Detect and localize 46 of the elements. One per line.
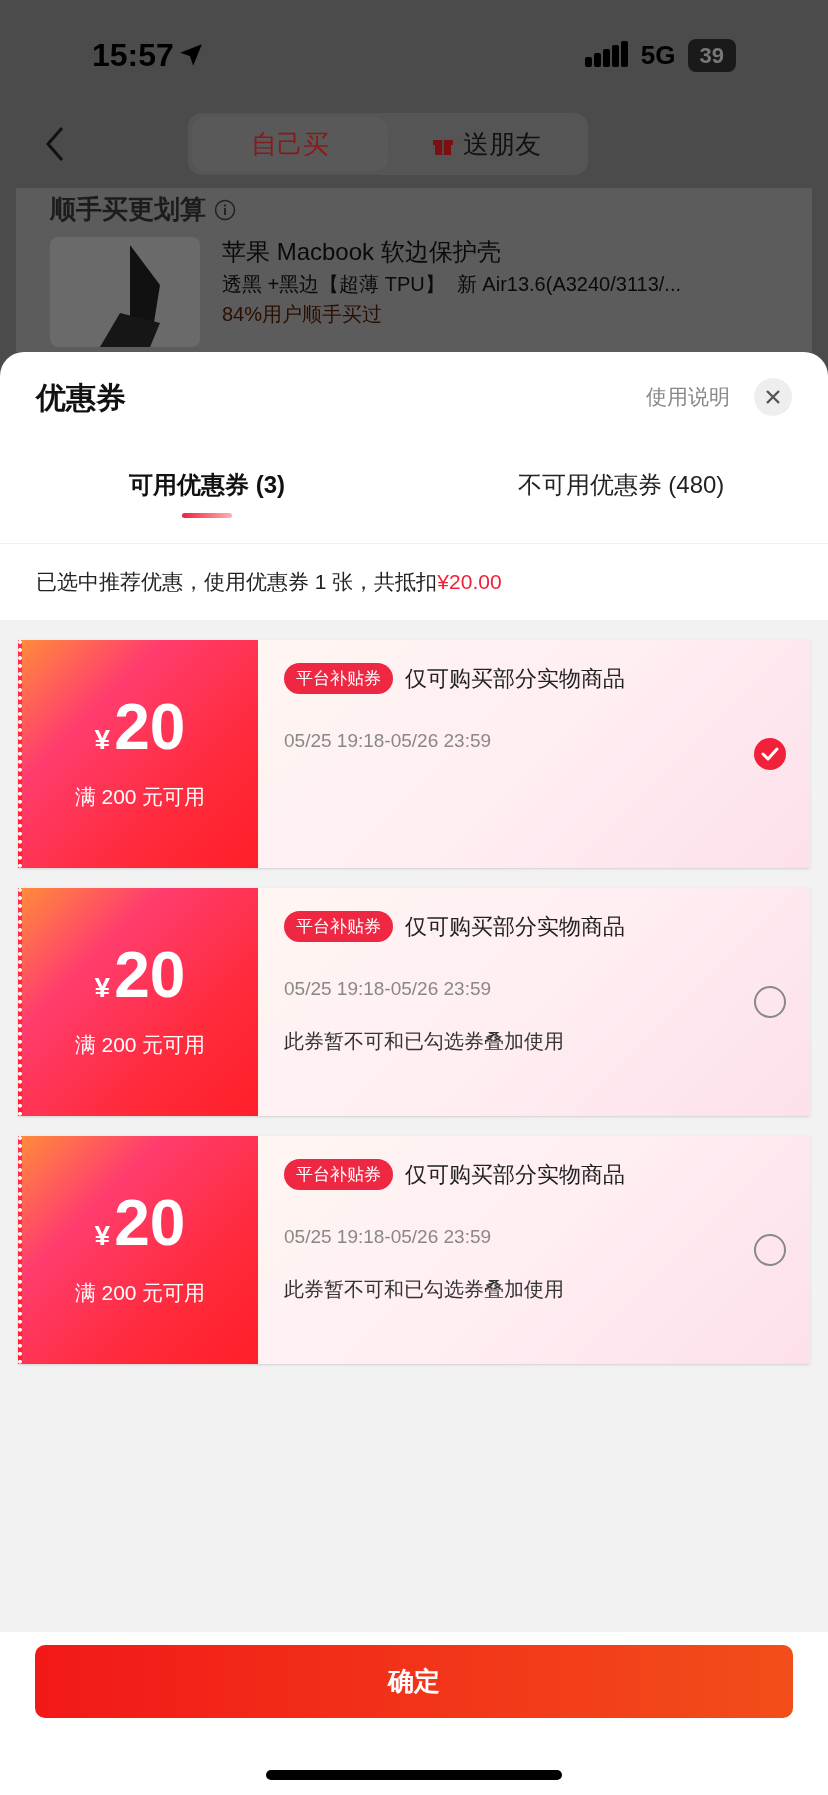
coupon-amount: 20 [114, 943, 186, 1008]
coupon-condition: 满 200 元可用 [74, 1032, 206, 1059]
clock: 15:57 [92, 36, 174, 75]
product-variant: 透黑 +黑边【超薄 TPU】 [222, 272, 445, 297]
coupon-amount: 20 [114, 695, 186, 760]
back-icon[interactable] [44, 124, 66, 164]
coupon-tag: 平台补贴券 [284, 910, 393, 943]
close-button[interactable] [754, 378, 792, 416]
coupon-tag: 平台补贴券 [284, 662, 393, 695]
product-model: 新 Air13.6(A3240/3113/... [456, 272, 681, 297]
signal-icon [584, 41, 629, 69]
coupon-condition: 满 200 元可用 [74, 784, 206, 811]
coupon-tab[interactable]: 可用优惠券 (3) [0, 442, 414, 543]
coupon-amount: 20 [114, 1191, 186, 1256]
currency-symbol: ¥ [94, 971, 111, 1006]
close-icon [765, 389, 781, 405]
confirm-button[interactable]: 确定 [35, 1645, 793, 1718]
coupon-tab[interactable]: 不可用优惠券 (480) [414, 442, 828, 543]
network-label: 5G [640, 38, 676, 72]
coupon-title: 仅可购买部分实物商品 [405, 913, 625, 941]
radio-button[interactable] [754, 986, 786, 1018]
coupon-validity: 05/25 19:18-05/26 23:59 [284, 977, 493, 1001]
coupon-card[interactable]: ¥20 满 200 元可用 平台补贴券 仅可购买部分实物商品 05/25 19:18-05/26 23:59 此券暂不可和已勾选券叠加使用 [18, 888, 810, 1116]
coupon-card[interactable]: ¥20 满 200 元可用 平台补贴券 仅可购买部分实物商品 05/25 19:18-05/26 23:59 此券暂不可和已勾选券叠加使用 [18, 1136, 810, 1364]
currency-symbol: ¥ [94, 1219, 111, 1254]
coupon-validity: 05/25 19:18-05/26 23:59 [284, 729, 493, 753]
product-name: 苹果 Macbook 软边保护壳 [222, 237, 502, 267]
checked-radio[interactable] [754, 738, 786, 770]
check-icon [761, 747, 779, 761]
usage-help-link[interactable]: 使用说明 [646, 381, 730, 413]
coupon-note: 此券暂不可和已勾选券叠加使用 [284, 1028, 565, 1054]
sheet-title: 优惠券 [36, 379, 126, 416]
coupon-tag: 平台补贴券 [284, 1158, 393, 1191]
coupon-title: 仅可购买部分实物商品 [405, 1161, 625, 1189]
selection-summary: 已选中推荐优惠，使用优惠券 1 张，共抵扣¥20.00 [36, 569, 502, 596]
info-icon [214, 198, 236, 221]
radio-button[interactable] [754, 1234, 786, 1266]
coupon-card[interactable]: ¥20 满 200 元可用 平台补贴券 仅可购买部分实物商品 05/25 19:18-05/26 23:59 [18, 640, 810, 868]
currency-symbol: ¥ [94, 723, 111, 758]
coupon-validity: 05/25 19:18-05/26 23:59 [284, 1225, 493, 1249]
purchase-stat: 84%用户顺手买过 [222, 302, 384, 327]
coupon-condition: 满 200 元可用 [74, 1280, 206, 1307]
coupon-note: 此券暂不可和已勾选券叠加使用 [284, 1276, 565, 1302]
coupon-title: 仅可购买部分实物商品 [405, 665, 625, 693]
battery-icon: 39 [687, 38, 736, 72]
section-title: 顺手买更划算 [50, 193, 206, 226]
